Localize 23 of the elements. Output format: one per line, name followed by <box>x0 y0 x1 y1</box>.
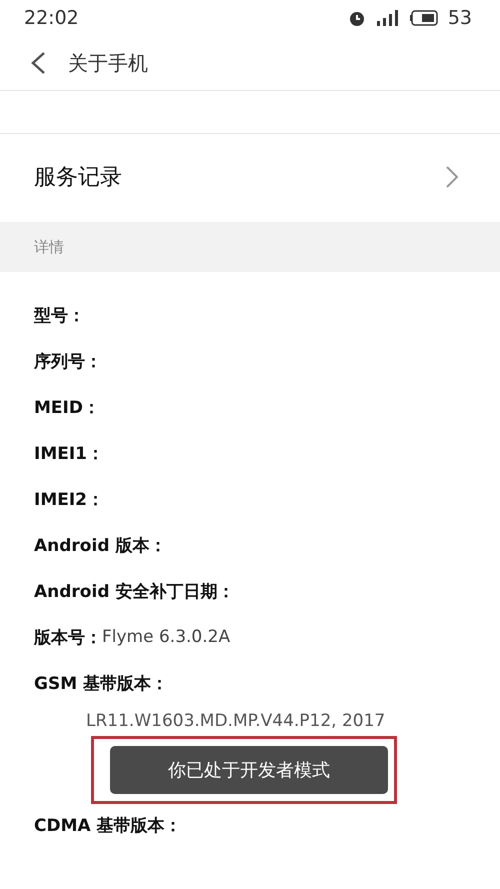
detail-value: LR11.W1603.MD.MP.V44.P12, 2017 <box>86 711 386 731</box>
detail-label: IMEI2： <box>34 488 104 510</box>
clock-time: 22:02 <box>24 7 79 29</box>
detail-label: 版本号： <box>34 626 102 648</box>
chevron-right-icon <box>446 166 458 188</box>
back-icon[interactable] <box>30 51 46 75</box>
battery-icon <box>410 10 438 26</box>
toast-message: 你已处于开发者模式 <box>110 746 388 794</box>
detail-label: CDMA 基带版本： <box>34 814 182 836</box>
detail-label: Android 安全补丁日期： <box>34 580 234 602</box>
detail-value: Flyme 6.3.0.2A <box>102 627 230 647</box>
signal-icon <box>376 9 400 27</box>
settings-item[interactable]: 服务记录 <box>0 134 500 220</box>
detail-label: 序列号： <box>34 350 102 372</box>
detail-label: 型号： <box>34 304 85 326</box>
page-title: 关于手机 <box>68 50 148 76</box>
section-title: 详情 <box>34 238 64 256</box>
detail-label: IMEI1： <box>34 442 104 464</box>
alarm-icon <box>348 9 366 27</box>
battery-level: 53 <box>448 7 472 29</box>
detail-label: Android 版本： <box>34 534 166 556</box>
detail-label: MEID： <box>34 396 100 418</box>
detail-label: GSM 基带版本： <box>34 672 168 694</box>
